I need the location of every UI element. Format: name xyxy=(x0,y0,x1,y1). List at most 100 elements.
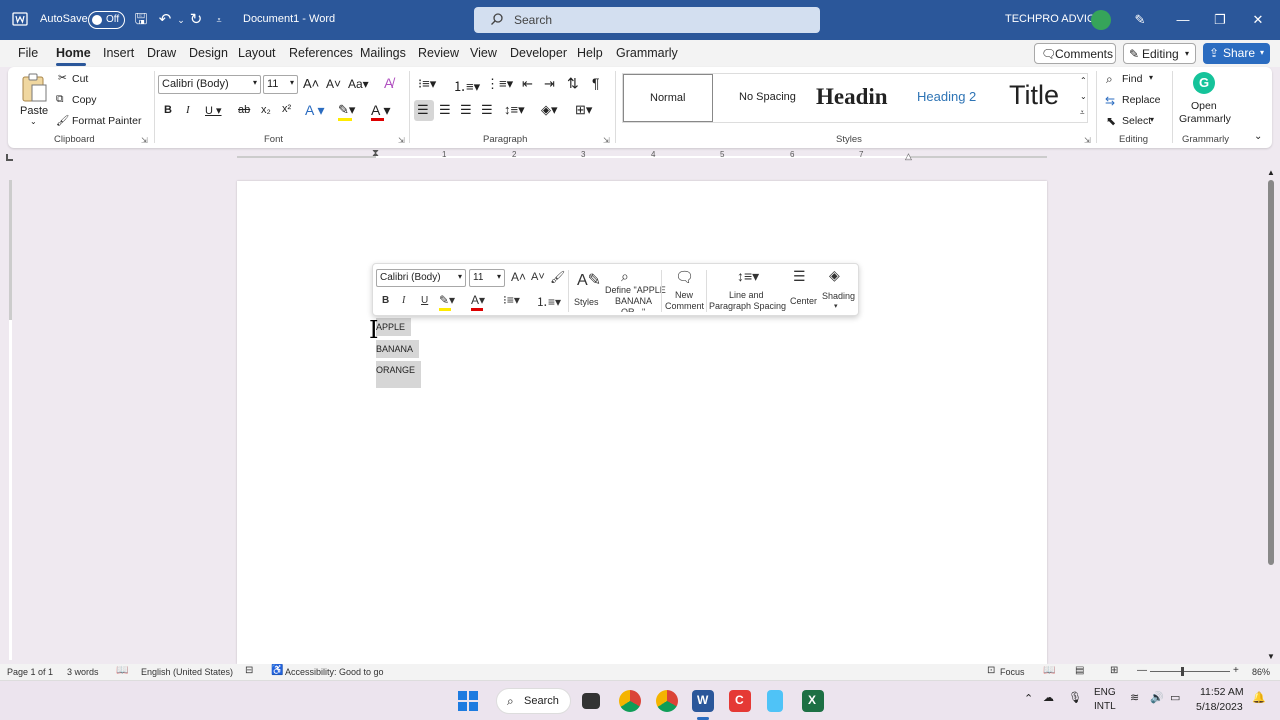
find-icon[interactable]: ⌕ xyxy=(1106,72,1113,87)
italic-icon[interactable]: I xyxy=(186,104,190,116)
ruler-corner-icon[interactable] xyxy=(6,154,13,161)
tab-file[interactable]: File xyxy=(18,46,38,60)
cut-label[interactable]: Cut xyxy=(72,73,88,85)
tab-grammarly[interactable]: Grammarly xyxy=(616,46,678,60)
clock-time[interactable]: 11:52 AM xyxy=(1200,686,1244,698)
justify-icon[interactable]: ☰ xyxy=(481,102,493,118)
editing-mode-button[interactable]: ✎ Editing ▾ xyxy=(1123,43,1196,64)
zoom-level[interactable]: 86% xyxy=(1252,667,1270,677)
chevron-down-icon[interactable]: ▾ xyxy=(1150,115,1154,124)
taskbar-search[interactable]: ⌕ Search xyxy=(496,688,571,714)
word-taskbar-icon[interactable]: W xyxy=(692,690,714,712)
mini-shading-label[interactable]: Shading xyxy=(822,291,855,301)
chrome-profile-icon[interactable] xyxy=(656,690,678,712)
paste-button[interactable]: Paste ⌄ xyxy=(18,71,50,126)
new-comment-icon[interactable]: 🗨 xyxy=(675,268,694,286)
tab-view[interactable]: View xyxy=(470,46,497,60)
paste-dropdown-icon[interactable]: ⌄ xyxy=(30,117,37,126)
mini-styles-label[interactable]: Styles xyxy=(574,297,599,307)
scrollbar-thumb[interactable] xyxy=(1268,180,1274,565)
tab-insert[interactable]: Insert xyxy=(103,46,134,60)
document-line[interactable]: ORANGE xyxy=(376,361,422,388)
zoom-slider[interactable] xyxy=(1150,671,1230,672)
recorder-icon[interactable]: C xyxy=(729,690,751,712)
mini-define-label[interactable]: Define "APPLE xyxy=(605,285,666,295)
tab-help[interactable]: Help xyxy=(577,46,603,60)
sort-icon[interactable]: ⇅ xyxy=(567,75,579,92)
clear-formatting-icon[interactable]: A̸ xyxy=(384,75,393,91)
avatar[interactable] xyxy=(1091,10,1111,30)
chevron-down-icon[interactable]: ▾ xyxy=(834,302,838,310)
align-center-icon[interactable]: ☰ xyxy=(439,102,451,118)
scroll-up-icon[interactable]: ▲ xyxy=(1267,168,1275,177)
italic-icon[interactable]: I xyxy=(402,295,405,306)
increase-indent-icon[interactable]: ⇥ xyxy=(544,76,555,92)
save-icon[interactable]: 🖫 xyxy=(132,11,150,29)
numbering-icon[interactable]: ⒈≡▾ xyxy=(536,293,561,310)
align-right-icon[interactable]: ☰ xyxy=(460,102,472,118)
clipboard-launcher-icon[interactable]: ⇲ xyxy=(141,136,148,145)
accessibility-icon[interactable]: ♿ xyxy=(271,665,283,676)
notepad-icon[interactable] xyxy=(767,690,783,712)
zoom-in-icon[interactable]: + xyxy=(1233,665,1239,676)
superscript-icon[interactable]: x² xyxy=(282,103,291,115)
align-left-button[interactable]: ☰ xyxy=(414,100,434,121)
macro-icon[interactable]: ⊟ xyxy=(245,665,253,676)
autosave-toggle[interactable]: Off xyxy=(88,11,125,29)
copy-label[interactable]: Copy xyxy=(72,94,97,106)
borders-icon[interactable]: ⊞▾ xyxy=(575,102,592,118)
language[interactable]: English (United States) xyxy=(141,667,233,677)
shading-icon[interactable]: ◈▾ xyxy=(541,102,558,118)
tab-references[interactable]: References xyxy=(289,46,353,60)
define-icon[interactable]: ⌕ xyxy=(621,268,629,285)
maximize-icon[interactable]: ❐ xyxy=(1210,10,1230,30)
tab-review[interactable]: Review xyxy=(418,46,459,60)
shading-icon[interactable]: ◈ xyxy=(829,267,840,284)
bullets-icon[interactable]: ⁝≡▾ xyxy=(418,76,436,92)
bold-icon[interactable]: B xyxy=(382,295,389,306)
font-name-combo[interactable]: Calibri (Body) ▾ xyxy=(158,75,261,94)
style-heading2[interactable]: Heading 2 xyxy=(899,74,989,122)
underline-icon[interactable]: U ▾ xyxy=(205,104,222,117)
redo-icon[interactable]: ↻ xyxy=(187,11,205,29)
shrink-font-icon[interactable]: A˅ xyxy=(531,271,545,283)
style-title[interactable]: Title xyxy=(991,74,1081,122)
print-layout-icon[interactable]: ▤ xyxy=(1075,665,1084,676)
highlight-icon[interactable]: ✎▾ xyxy=(338,102,355,118)
format-painter-label[interactable]: Format Painter xyxy=(72,115,141,127)
comments-button[interactable]: 🗨 Comments xyxy=(1034,43,1116,64)
user-name[interactable]: TECHPRO ADVICE xyxy=(1005,13,1102,25)
tab-layout[interactable]: Layout xyxy=(238,46,276,60)
tab-draw[interactable]: Draw xyxy=(147,46,176,60)
line-spacing-icon[interactable]: ↕≡▾ xyxy=(504,102,525,118)
highlight-icon[interactable]: ✎▾ xyxy=(439,293,455,307)
text-effects-icon[interactable]: A ▾ xyxy=(305,102,324,119)
wifi-icon[interactable]: ≋ xyxy=(1130,691,1139,704)
find-label[interactable]: Find xyxy=(1122,73,1142,85)
styles-more-icon[interactable]: ⩡ xyxy=(1080,108,1085,118)
bold-icon[interactable]: B xyxy=(164,104,172,116)
replace-icon[interactable]: ⇆ xyxy=(1105,94,1115,108)
mini-font-size-combo[interactable]: 11 ▾ xyxy=(469,269,505,287)
chrome-icon[interactable] xyxy=(619,690,641,712)
tab-developer[interactable]: Developer xyxy=(510,46,567,60)
customize-toolbar-icon[interactable]: ⩡ xyxy=(210,11,228,29)
chevron-down-icon[interactable]: ▾ xyxy=(1149,73,1153,82)
microphone-icon[interactable]: 🎙 xyxy=(1068,691,1082,704)
styles-scroll-up-icon[interactable]: ⌃ xyxy=(1080,76,1087,85)
collapse-ribbon-icon[interactable]: ⌄ xyxy=(1254,131,1262,142)
indent-marker-icon[interactable]: ⧗ xyxy=(372,148,379,159)
strikethrough-icon[interactable]: ab xyxy=(238,104,250,116)
grammarly-name-label[interactable]: Grammarly xyxy=(1179,113,1231,125)
decrease-indent-icon[interactable]: ⇤ xyxy=(522,76,533,92)
task-view-icon[interactable] xyxy=(582,693,600,709)
tab-home[interactable]: Home xyxy=(56,46,91,60)
styles-launcher-icon[interactable]: ⇲ xyxy=(1084,136,1091,145)
zoom-slider-thumb[interactable] xyxy=(1181,667,1184,676)
style-heading1[interactable]: Headin xyxy=(807,74,897,122)
tab-mailings[interactable]: Mailings xyxy=(360,46,406,60)
underline-icon[interactable]: U xyxy=(421,295,428,306)
font-size-combo[interactable]: 11 ▾ xyxy=(263,75,298,94)
bullets-icon[interactable]: ⁝≡▾ xyxy=(503,293,520,307)
show-marks-icon[interactable]: ¶ xyxy=(592,75,600,91)
